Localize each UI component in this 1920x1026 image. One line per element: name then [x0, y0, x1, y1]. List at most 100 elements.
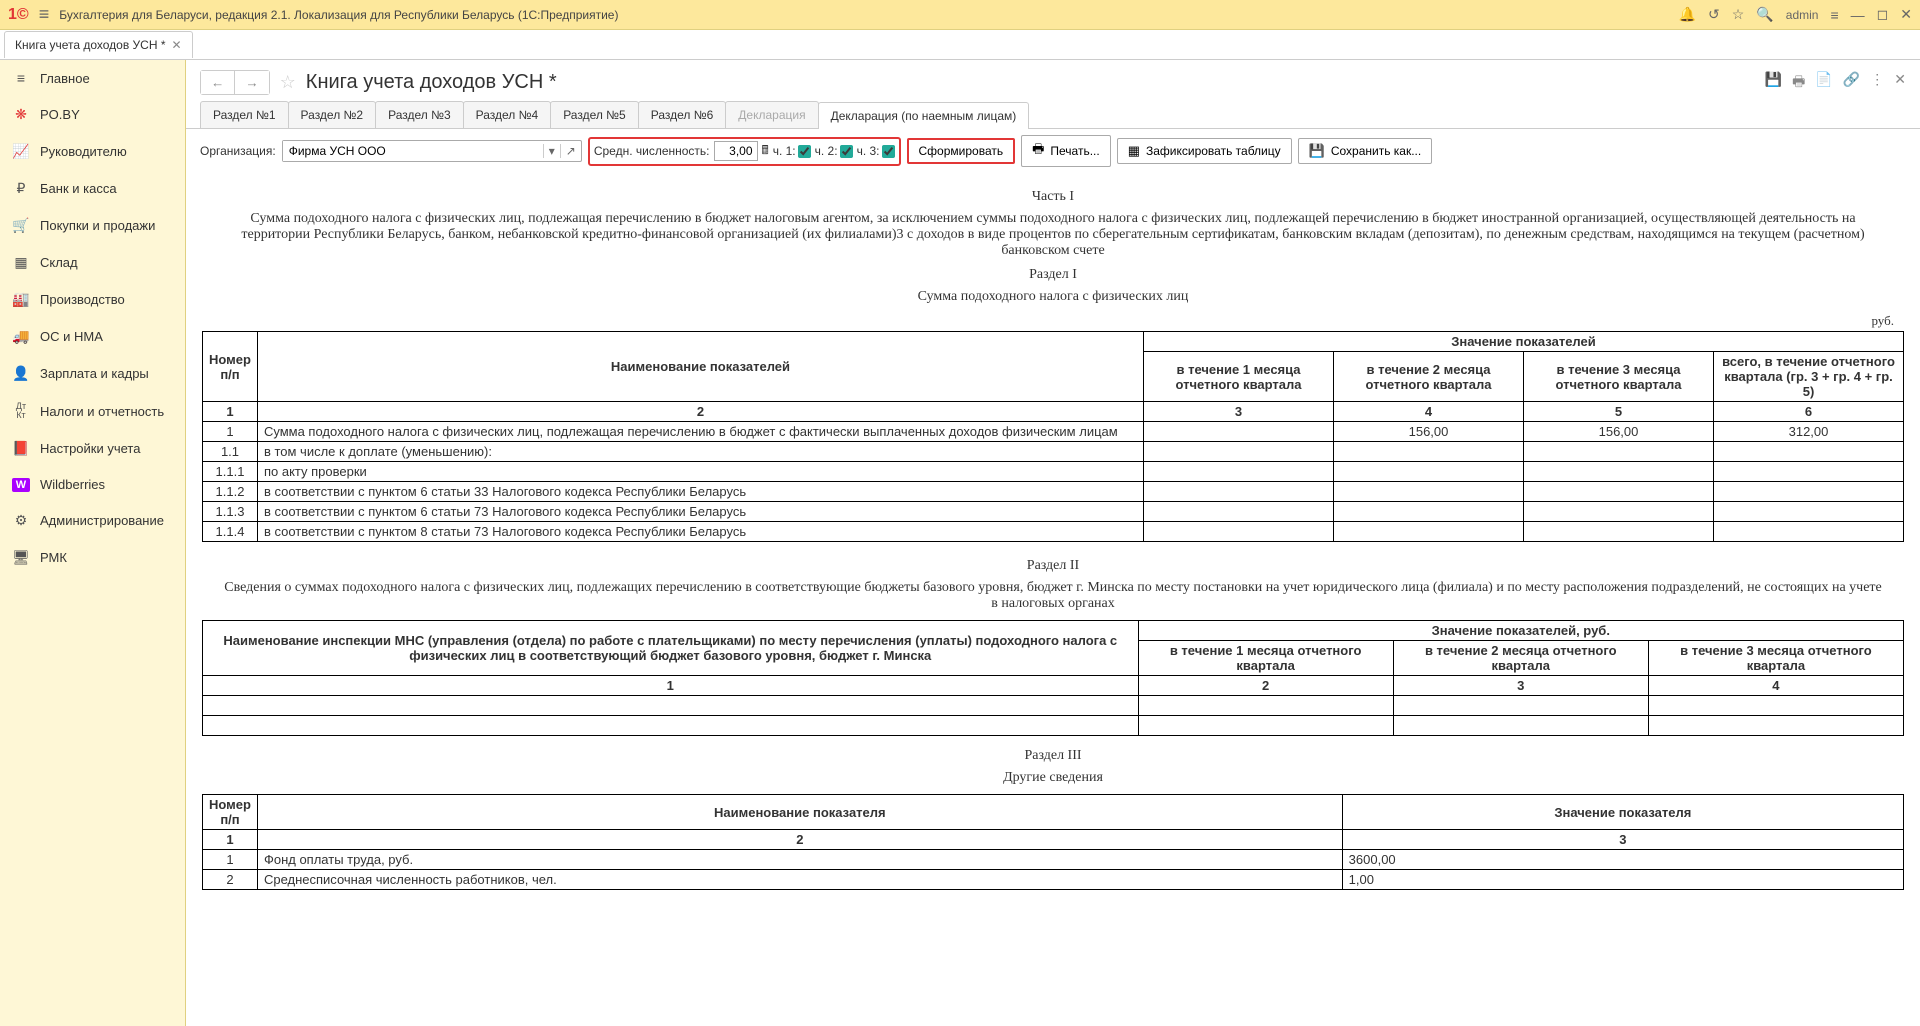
open-icon[interactable]: ↗: [560, 144, 581, 158]
content-header: ← → ☆ Книга учета доходов УСН * 💾 🖶 📄 🔗 …: [186, 60, 1920, 101]
sidebar-item-salary[interactable]: 👤Зарплата и кадры: [0, 355, 185, 392]
col-idx: 2: [257, 830, 1342, 850]
calc-icon[interactable]: 🖩: [762, 141, 769, 162]
tab-section2[interactable]: Раздел №2: [288, 101, 377, 128]
debit-icon: ДтКт: [12, 402, 30, 420]
th-m1: в течение 1 месяца отчетного квартала: [1144, 352, 1334, 402]
col-idx: 1: [203, 676, 1139, 696]
doc-icon[interactable]: 📄: [1815, 71, 1832, 95]
org-input[interactable]: [283, 141, 543, 161]
tab-declaration-employees[interactable]: Декларация (по наемным лицам): [818, 102, 1030, 129]
nav-forward-button[interactable]: →: [235, 71, 268, 94]
sidebar-item-poby[interactable]: ❋PO.BY: [0, 96, 185, 133]
tab-section5[interactable]: Раздел №5: [550, 101, 639, 128]
ruble-icon: ₽: [12, 180, 30, 197]
table-section1: Номер п/п Наименование показателей Значе…: [202, 331, 1904, 542]
tab-section3[interactable]: Раздел №3: [375, 101, 464, 128]
report-area[interactable]: Часть I Сумма подоходного налога с физич…: [186, 173, 1920, 1026]
book-icon: 📕: [12, 440, 30, 457]
sidebar-item-label: Производство: [40, 292, 125, 307]
search-icon[interactable]: 🔍: [1756, 6, 1773, 23]
menu-icon: ≡: [12, 70, 30, 86]
close-panel-icon[interactable]: ✕: [1894, 71, 1906, 95]
hamburger-icon[interactable]: ≡: [39, 4, 50, 25]
logo-1c: 1©: [8, 6, 29, 24]
col-idx: 3: [1342, 830, 1903, 850]
history-icon[interactable]: ↺: [1708, 6, 1720, 23]
print-icon[interactable]: 🖶: [1792, 71, 1805, 95]
col-idx: 1: [203, 402, 258, 422]
table-section2: Наименование инспекции МНС (управления (…: [202, 620, 1904, 736]
document-tab[interactable]: Книга учета доходов УСН * ✕: [4, 31, 193, 58]
close-icon[interactable]: ✕: [1900, 6, 1912, 23]
rub-label: руб.: [202, 313, 1904, 329]
print-button[interactable]: 🖶Печать...: [1021, 135, 1111, 167]
th-m2: в течение 2 месяца отчетного квартала: [1393, 641, 1648, 676]
bell-icon[interactable]: 🔔: [1679, 6, 1696, 23]
link-icon[interactable]: 🔗: [1843, 71, 1860, 95]
user-label[interactable]: admin: [1786, 8, 1819, 22]
sidebar-item-production[interactable]: 🏭Производство: [0, 281, 185, 318]
th-num: Номер п/п: [203, 795, 258, 830]
ch2-label: ч. 2:: [815, 144, 838, 158]
document-tabs: Книга учета доходов УСН * ✕: [0, 30, 1920, 60]
section2-title: Раздел II: [202, 558, 1904, 574]
ch2-checkbox[interactable]: [840, 145, 853, 158]
tab-close-icon[interactable]: ✕: [172, 38, 182, 52]
sidebar-item-settings[interactable]: 📕Настройки учета: [0, 430, 185, 467]
more-icon[interactable]: ⋮: [1870, 71, 1884, 95]
sidebar-item-label: Склад: [40, 255, 78, 270]
dropdown-icon[interactable]: ▾: [543, 144, 560, 158]
col-idx: 6: [1714, 402, 1904, 422]
person-icon: 👤: [12, 365, 30, 382]
sidebar-item-sales[interactable]: 🛒Покупки и продажи: [0, 207, 185, 244]
sidebar-item-label: Администрирование: [40, 513, 164, 528]
sidebar-item-wildberries[interactable]: WWildberries: [0, 467, 185, 502]
nav-arrows: ← →: [200, 70, 270, 95]
sidebar-item-manager[interactable]: 📈Руководителю: [0, 133, 185, 170]
cart-icon: 🛒: [12, 217, 30, 234]
section3-title: Раздел III: [202, 748, 1904, 764]
org-combo[interactable]: ▾ ↗: [282, 140, 582, 162]
truck-icon: 🚚: [12, 328, 30, 345]
part1-desc: Сумма подоходного налога с физических ли…: [202, 211, 1904, 259]
sidebar-item-rmk[interactable]: 🖥РМК: [0, 539, 185, 576]
th-m3: в течение 3 месяца отчетного квартала: [1524, 352, 1714, 402]
minimize-icon[interactable]: —: [1851, 7, 1865, 23]
save-as-button[interactable]: 💾 Сохранить как...: [1298, 138, 1433, 164]
save-icon[interactable]: 💾: [1765, 71, 1782, 95]
tab-section4[interactable]: Раздел №4: [463, 101, 552, 128]
tab-declaration: Декларация: [725, 101, 818, 128]
settings-icon[interactable]: ≡: [1830, 7, 1838, 23]
sidebar-item-main[interactable]: ≡ Главное: [0, 60, 185, 96]
save-label: Сохранить как...: [1331, 144, 1421, 158]
nav-back-button[interactable]: ←: [201, 71, 235, 94]
sidebar-item-admin[interactable]: ⚙ Администрирование: [0, 502, 185, 539]
pos-icon: 🖥: [12, 549, 30, 566]
avg-input[interactable]: [714, 141, 758, 161]
sidebar-item-bank[interactable]: ₽ Банк и касса: [0, 170, 185, 207]
tab-section6[interactable]: Раздел №6: [638, 101, 727, 128]
maximize-icon[interactable]: ◻: [1877, 6, 1889, 23]
col-idx: 4: [1334, 402, 1524, 422]
col-idx: 2: [1138, 676, 1393, 696]
sidebar-item-label: Банк и касса: [40, 181, 117, 196]
star-icon[interactable]: ☆: [1732, 6, 1745, 23]
avg-label: Средн. численность:: [594, 144, 710, 158]
sidebar-item-label: Wildberries: [40, 477, 105, 492]
tab-section1[interactable]: Раздел №1: [200, 101, 289, 128]
sidebar-item-assets[interactable]: 🚚ОС и НМА: [0, 318, 185, 355]
sidebar-item-taxes[interactable]: ДтКтНалоги и отчетность: [0, 392, 185, 430]
sidebar-item-label: Главное: [40, 71, 90, 86]
avg-count-group: Средн. численность: 🖩 ч. 1: ч. 2: ч. 3:: [588, 137, 901, 166]
ch1-checkbox[interactable]: [798, 145, 811, 158]
ch3-checkbox[interactable]: [882, 145, 895, 158]
sidebar-item-stock[interactable]: ▦Склад: [0, 244, 185, 281]
diskette-icon: 💾: [1309, 143, 1325, 159]
gear-icon: ⚙: [12, 512, 30, 529]
org-label: Организация:: [200, 144, 276, 158]
favorite-star-icon[interactable]: ☆: [280, 72, 296, 93]
generate-button[interactable]: Сформировать: [907, 138, 1016, 164]
fix-table-button[interactable]: ▦Зафиксировать таблицу: [1117, 138, 1292, 164]
table-row: 1.1.2в соответствии с пунктом 6 статьи 3…: [203, 482, 1904, 502]
